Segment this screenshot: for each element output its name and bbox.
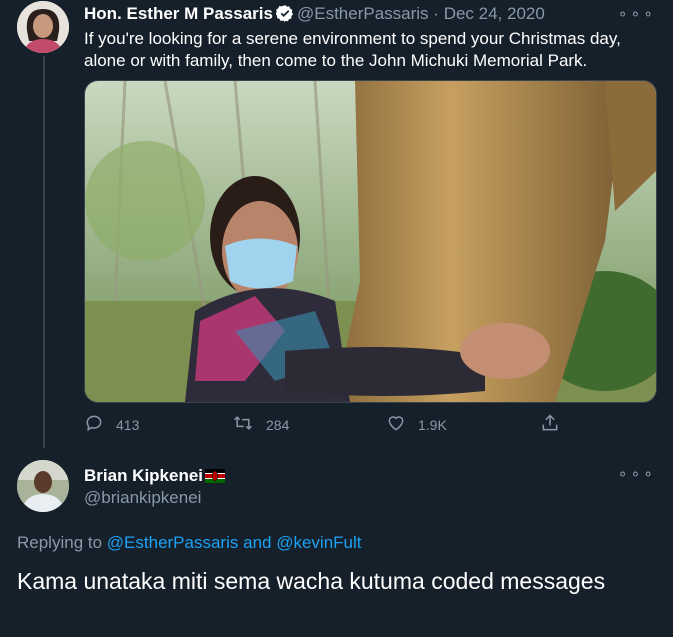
author-avatar[interactable] bbox=[17, 1, 69, 53]
reply-author-avatar[interactable] bbox=[17, 460, 69, 512]
heart-icon bbox=[386, 413, 418, 436]
retweet-icon bbox=[232, 413, 266, 436]
reply-count: 413 bbox=[116, 416, 140, 433]
more-options-icon[interactable]: ⚬⚬⚬ bbox=[617, 6, 655, 23]
reply-author-name[interactable]: Brian Kipkenei bbox=[84, 466, 203, 485]
replying-and: and bbox=[243, 533, 272, 552]
verified-badge-icon bbox=[275, 4, 294, 27]
tweet-text: If you're looking for a serene environme… bbox=[84, 29, 621, 70]
retweet-count: 284 bbox=[266, 416, 290, 433]
tweet-date[interactable]: Dec 24, 2020 bbox=[444, 4, 545, 23]
reply-action[interactable]: 413 bbox=[84, 413, 139, 436]
retweet-action[interactable]: 284 bbox=[232, 413, 289, 436]
replying-prefix: Replying to bbox=[17, 533, 103, 552]
reply-text: Kama unataka miti sema wacha kutuma code… bbox=[17, 568, 606, 594]
kenya-flag-icon bbox=[205, 468, 226, 488]
tweet-photo[interactable] bbox=[84, 80, 657, 403]
share-action[interactable] bbox=[540, 413, 572, 436]
replying-to-line: Replying to @EstherPassaris and @kevinFu… bbox=[17, 533, 362, 553]
like-action[interactable]: 1.9K bbox=[386, 413, 447, 436]
header-separator: · bbox=[433, 4, 439, 23]
thread-connector-line bbox=[43, 56, 45, 448]
replying-user-link-2[interactable]: @kevinFult bbox=[276, 533, 361, 552]
author-handle[interactable]: @EstherPassaris bbox=[297, 4, 429, 23]
tweet-header: Hon. Esther M Passaris @EstherPassaris · … bbox=[84, 4, 545, 27]
share-icon bbox=[540, 413, 572, 436]
reply-icon bbox=[84, 413, 116, 436]
replying-user-link-1[interactable]: @EstherPassaris bbox=[107, 533, 239, 552]
author-name[interactable]: Hon. Esther M Passaris bbox=[84, 4, 273, 23]
reply-header: Brian Kipkenei bbox=[84, 466, 226, 488]
reply-more-options-icon[interactable]: ⚬⚬⚬ bbox=[617, 466, 655, 483]
like-count: 1.9K bbox=[418, 416, 447, 433]
tweet-actions: 413 284 1.9K bbox=[84, 413, 584, 437]
reply-author-handle[interactable]: @briankipkenei bbox=[84, 488, 201, 508]
